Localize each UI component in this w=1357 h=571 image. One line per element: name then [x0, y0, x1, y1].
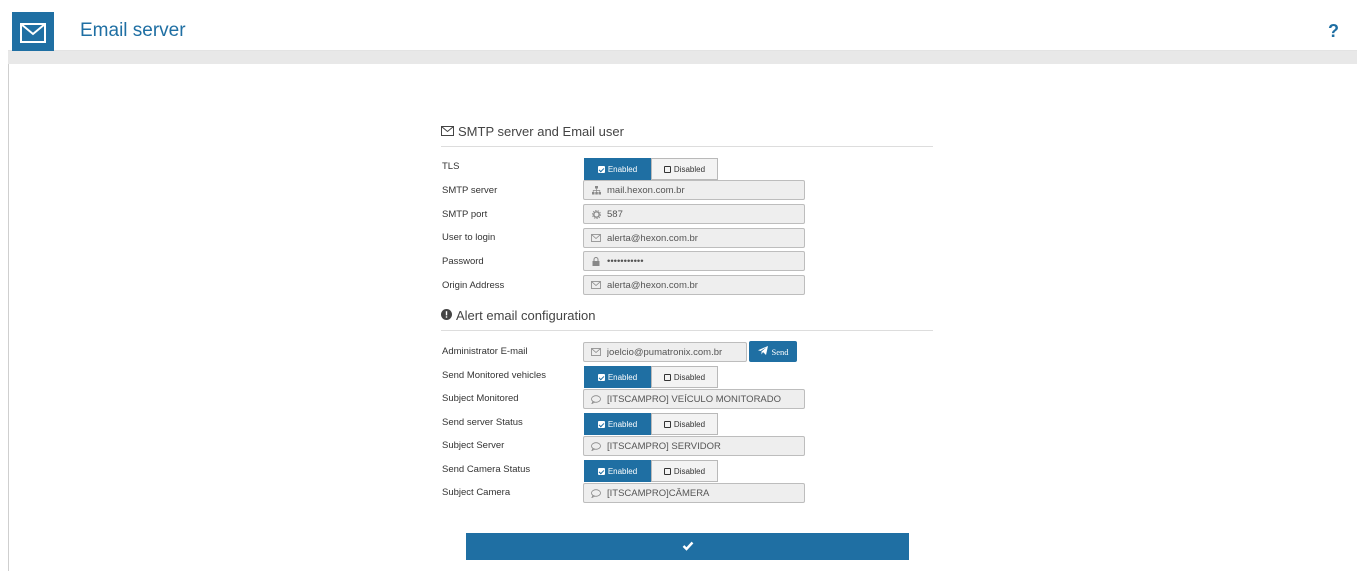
send-test-email-button[interactable]: Send	[749, 341, 797, 362]
subject-camera-field	[583, 483, 805, 503]
page-header: Email server ?	[8, 8, 1357, 54]
tls-toggle: Enabled Disabled	[584, 158, 718, 180]
checkbox-checked-icon	[597, 165, 605, 173]
send-monitored-enabled-button[interactable]: Enabled	[584, 366, 651, 388]
section-divider	[441, 330, 933, 331]
send-camera-status-toggle: Enabled Disabled	[584, 460, 718, 482]
tls-enabled-button[interactable]: Enabled	[584, 158, 651, 180]
comment-icon	[590, 441, 602, 451]
subject-server-label: Subject Server	[442, 440, 505, 451]
subject-monitored-field	[583, 389, 805, 409]
comment-icon	[590, 394, 602, 404]
envelope-icon	[590, 281, 602, 289]
smtp-server-label: SMTP server	[442, 185, 498, 196]
email-server-page: Email server ? SMTP server and Email use…	[0, 0, 1357, 571]
admin-email-field	[583, 342, 747, 362]
subject-monitored-label: Subject Monitored	[442, 393, 519, 404]
send-server-status-enabled-button[interactable]: Enabled	[584, 413, 651, 435]
password-label: Password	[442, 256, 484, 267]
tls-disabled-button[interactable]: Disabled	[651, 158, 718, 180]
smtp-port-label: SMTP port	[442, 209, 488, 220]
subject-monitored-input[interactable]	[607, 393, 797, 405]
check-icon	[682, 538, 694, 556]
origin-address-field	[583, 275, 805, 295]
smtp-server-input[interactable]	[607, 184, 797, 196]
smtp-section-title: SMTP server and Email user	[458, 124, 624, 139]
envelope-icon	[12, 12, 54, 54]
sitemap-icon	[590, 185, 602, 195]
smtp-port-input[interactable]	[607, 208, 797, 220]
help-button[interactable]: ?	[1328, 21, 1339, 42]
send-server-status-label: Send server Status	[442, 417, 523, 428]
header-divider	[8, 51, 1357, 64]
admin-email-label: Administrator E-mail	[442, 346, 528, 357]
password-input[interactable]	[607, 255, 797, 267]
subject-camera-label: Subject Camera	[442, 487, 511, 498]
user-login-input[interactable]	[607, 232, 797, 244]
admin-email-input[interactable]	[606, 346, 746, 358]
alert-section-title: Alert email configuration	[456, 308, 596, 323]
envelope-icon	[441, 124, 454, 139]
checkbox-empty-icon	[663, 373, 671, 381]
page-title: Email server	[80, 20, 186, 41]
envelope-icon	[590, 234, 602, 242]
subject-server-input[interactable]	[607, 440, 797, 452]
alert-section-heading: Alert email configuration	[441, 308, 595, 323]
lock-icon	[590, 256, 602, 266]
checkbox-empty-icon	[663, 420, 671, 428]
origin-address-input[interactable]	[607, 279, 797, 291]
subject-camera-input[interactable]	[607, 487, 797, 499]
send-server-status-disabled-button[interactable]: Disabled	[651, 413, 718, 435]
exclamation-circle-icon	[441, 308, 452, 323]
checkbox-checked-icon	[597, 373, 605, 381]
gear-icon	[590, 209, 602, 219]
tls-label: TLS	[442, 161, 460, 172]
password-field	[583, 251, 805, 271]
paper-plane-icon	[757, 346, 768, 357]
subject-server-field	[583, 436, 805, 456]
comment-icon	[590, 488, 602, 498]
checkbox-checked-icon	[597, 420, 605, 428]
envelope-icon	[590, 348, 602, 356]
section-divider	[441, 146, 933, 147]
smtp-port-field	[583, 204, 805, 224]
origin-address-label: Origin Address	[442, 280, 505, 291]
checkbox-empty-icon	[663, 165, 671, 173]
smtp-section-heading: SMTP server and Email user	[441, 124, 624, 139]
content-border	[8, 64, 9, 571]
send-monitored-label: Send Monitored vehicles	[442, 370, 547, 381]
send-camera-status-disabled-button[interactable]: Disabled	[651, 460, 718, 482]
smtp-server-field	[583, 180, 805, 200]
send-camera-status-enabled-button[interactable]: Enabled	[584, 460, 651, 482]
send-camera-status-label: Send Camera Status	[442, 464, 531, 475]
save-button[interactable]	[466, 533, 909, 560]
checkbox-empty-icon	[663, 467, 671, 475]
send-monitored-toggle: Enabled Disabled	[584, 366, 718, 388]
user-login-label: User to login	[442, 232, 496, 243]
user-login-field	[583, 228, 805, 248]
send-monitored-disabled-button[interactable]: Disabled	[651, 366, 718, 388]
checkbox-checked-icon	[597, 467, 605, 475]
send-server-status-toggle: Enabled Disabled	[584, 413, 718, 435]
top-strip	[0, 0, 1357, 8]
